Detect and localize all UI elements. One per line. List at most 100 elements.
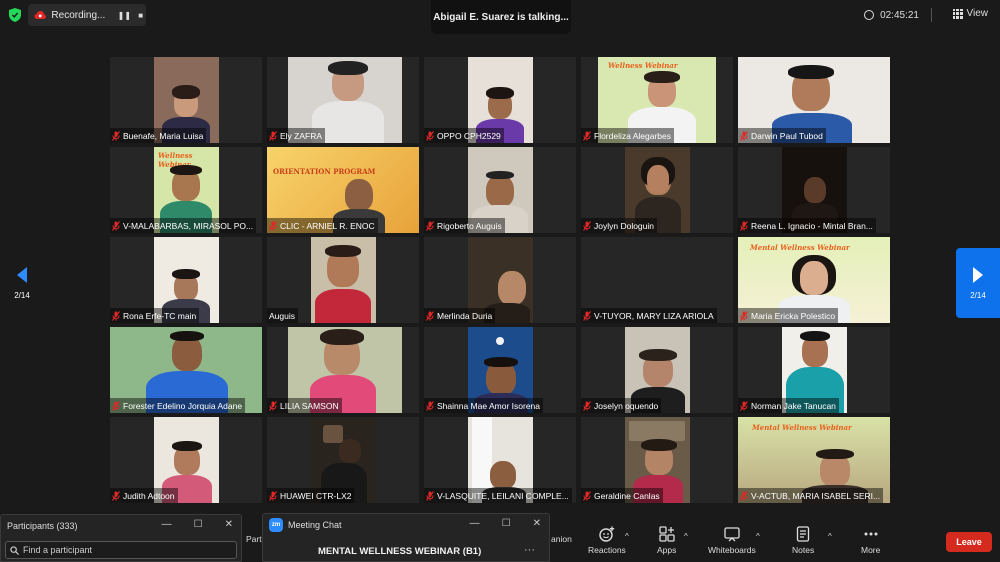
video-tile[interactable]: OPPO CPH2529 bbox=[424, 57, 576, 143]
participant-name: Reena L. Ignacio - Mintal Bran... bbox=[751, 220, 873, 231]
chevron-left-icon bbox=[17, 266, 27, 283]
more-dots-icon bbox=[864, 532, 878, 536]
notes-button[interactable]: Notes bbox=[792, 526, 814, 555]
participant-name: V-MALABARBAS, MIRASOL PO... bbox=[123, 220, 254, 231]
participant-search-field[interactable]: Find a participant bbox=[5, 541, 237, 559]
page-indicator: 2/14 bbox=[970, 290, 986, 300]
more-button[interactable]: More bbox=[861, 526, 880, 555]
participant-name: V-LASQUITE, LEILANI COMPLE... bbox=[437, 490, 569, 501]
video-tile[interactable]: Auguis bbox=[267, 237, 419, 323]
video-tile[interactable]: V-TUYOR, MARY LIZA ARIOLA bbox=[581, 237, 733, 323]
muted-mic-icon bbox=[583, 220, 591, 231]
participant-name: Ely ZAFRA bbox=[280, 130, 323, 141]
participant-name-label: Norman Jake Tanucan bbox=[738, 398, 839, 413]
video-tile[interactable]: Norman Jake Tanucan bbox=[738, 327, 890, 413]
search-icon bbox=[10, 545, 19, 555]
video-tile[interactable]: HUAWEI CTR-LX2 bbox=[267, 417, 419, 503]
apps-caret-icon[interactable]: ^ bbox=[684, 532, 688, 541]
muted-mic-icon bbox=[426, 220, 434, 231]
video-tile[interactable]: Rona Erfe-TC main bbox=[110, 237, 262, 323]
previous-page-button[interactable]: 2/14 bbox=[0, 248, 44, 318]
participant-name: V-ACTUB, MARIA ISABEL SERI... bbox=[751, 490, 881, 501]
participant-search-placeholder: Find a participant bbox=[23, 545, 93, 555]
minimize-icon[interactable]: — bbox=[470, 518, 480, 529]
participant-name-label: Darwin Paul Tubod bbox=[738, 128, 826, 143]
close-icon[interactable]: ✕ bbox=[533, 518, 541, 529]
zoom-logo-icon: zm bbox=[269, 518, 283, 532]
view-label: View bbox=[966, 8, 989, 19]
more-options-icon[interactable]: ··· bbox=[524, 544, 535, 556]
video-tile[interactable]: Darwin Paul Tubod bbox=[738, 57, 890, 143]
video-tile[interactable]: Reena L. Ignacio - Mintal Bran... bbox=[738, 147, 890, 233]
whiteboards-button[interactable]: Whiteboards bbox=[708, 526, 756, 555]
maximize-icon[interactable]: ☐ bbox=[502, 518, 511, 529]
leave-label: Leave bbox=[956, 537, 982, 547]
video-tile[interactable]: Buenafe, Maria Luisa bbox=[110, 57, 262, 143]
video-tile[interactable]: V-LASQUITE, LEILANI COMPLE... bbox=[424, 417, 576, 503]
video-tile[interactable]: LILIA SAMSON bbox=[267, 327, 419, 413]
apps-button[interactable]: Apps bbox=[657, 526, 676, 555]
participants-label: Parti bbox=[246, 534, 264, 544]
video-tile[interactable]: Mental Wellness Webinar Maria Ericka Pol… bbox=[738, 237, 890, 323]
participant-name: Geraldine Canlas bbox=[594, 490, 660, 501]
notes-caret-icon[interactable]: ^ bbox=[828, 532, 832, 541]
video-tile[interactable]: Rigoberto Auguis bbox=[424, 147, 576, 233]
participant-name-label: Joylyn Dologuin bbox=[581, 218, 658, 233]
video-tile[interactable]: Ely ZAFRA bbox=[267, 57, 419, 143]
participant-name: Buenafe, Maria Luisa bbox=[123, 130, 204, 141]
cloud-recording-icon bbox=[34, 11, 46, 19]
video-tile[interactable]: Joylyn Dologuin bbox=[581, 147, 733, 233]
shield-icon[interactable] bbox=[9, 8, 21, 22]
video-tile[interactable]: ORIENTATION PROGRAM CLIC - ARNIEL R. ENO… bbox=[267, 147, 419, 233]
leave-button[interactable]: Leave bbox=[946, 532, 992, 552]
participant-name: Shainna Mae Amor Isorena bbox=[437, 400, 541, 411]
pause-recording-icon[interactable]: ❚❚ bbox=[118, 9, 131, 21]
participant-name-label: Shainna Mae Amor Isorena bbox=[424, 398, 544, 413]
muted-mic-icon bbox=[583, 490, 591, 501]
companion-button[interactable]: anion bbox=[551, 534, 572, 544]
next-page-button[interactable]: 2/14 bbox=[956, 248, 1000, 318]
view-button[interactable]: View bbox=[952, 8, 989, 19]
close-icon[interactable]: ✕ bbox=[225, 519, 233, 530]
participant-video bbox=[311, 237, 376, 323]
recording-indicator[interactable]: Recording... ❚❚ ■ bbox=[28, 4, 146, 26]
active-speaker-text: Abigail E. Suarez is talking... bbox=[433, 11, 569, 23]
gallery-view: Buenafe, Maria Luisa Ely ZAFRA OPPO CPH2… bbox=[110, 57, 890, 505]
participant-name-label: Merlinda Duria bbox=[424, 308, 496, 323]
grid-view-icon bbox=[952, 8, 963, 19]
video-tile[interactable]: Judith Adtoon bbox=[110, 417, 262, 503]
participant-name-label: Forester Edelino Jorquia Adane bbox=[110, 398, 246, 413]
reactions-button[interactable]: Reactions bbox=[588, 526, 626, 555]
video-tile[interactable]: Geraldine Canlas bbox=[581, 417, 733, 503]
reactions-caret-icon[interactable]: ^ bbox=[625, 532, 629, 541]
video-tile[interactable]: Forester Edelino Jorquia Adane bbox=[110, 327, 262, 413]
participant-name-label: Rona Erfe-TC main bbox=[110, 308, 200, 323]
whiteboards-caret-icon[interactable]: ^ bbox=[756, 532, 760, 541]
muted-mic-icon bbox=[426, 490, 434, 501]
meeting-timer: 02:45:21 bbox=[864, 8, 932, 22]
minimize-icon[interactable]: — bbox=[162, 519, 172, 530]
participant-name: Judith Adtoon bbox=[123, 490, 175, 501]
notes-icon bbox=[796, 526, 810, 542]
participant-name: OPPO CPH2529 bbox=[437, 130, 501, 141]
page-indicator: 2/14 bbox=[14, 290, 30, 300]
participant-name: Flordeliza Alegarbes bbox=[594, 130, 672, 141]
zoom-meeting-window: Recording... ❚❚ ■ Abigail E. Suarez is t… bbox=[0, 0, 1000, 562]
participants-button[interactable]: Parti bbox=[246, 534, 263, 544]
muted-mic-icon bbox=[426, 400, 434, 411]
video-tile[interactable]: Mental Wellness Webinar V-ACTUB, MARIA I… bbox=[738, 417, 890, 503]
chat-channel-name: MENTAL WELLNESS WEBINAR (B1) bbox=[318, 546, 482, 557]
timer-value: 02:45:21 bbox=[880, 9, 919, 21]
video-tile[interactable]: Wellness Webinar V-MALABARBAS, MIRASOL P… bbox=[110, 147, 262, 233]
video-tile[interactable]: Merlinda Duria bbox=[424, 237, 576, 323]
maximize-icon[interactable]: ☐ bbox=[194, 519, 203, 530]
video-tile[interactable]: Wellness Webinar Flordeliza Alegarbes bbox=[581, 57, 733, 143]
video-tile[interactable]: Shainna Mae Amor Isorena bbox=[424, 327, 576, 413]
reactions-label: Reactions bbox=[588, 545, 626, 555]
stop-recording-icon[interactable]: ■ bbox=[135, 9, 146, 21]
muted-mic-icon bbox=[583, 310, 591, 321]
companion-label: anion bbox=[551, 534, 572, 544]
video-tile[interactable]: Joselyn oquendo bbox=[581, 327, 733, 413]
top-bar: Recording... ❚❚ ■ Abigail E. Suarez is t… bbox=[0, 0, 1000, 34]
participant-name-label: Rigoberto Auguis bbox=[424, 218, 505, 233]
